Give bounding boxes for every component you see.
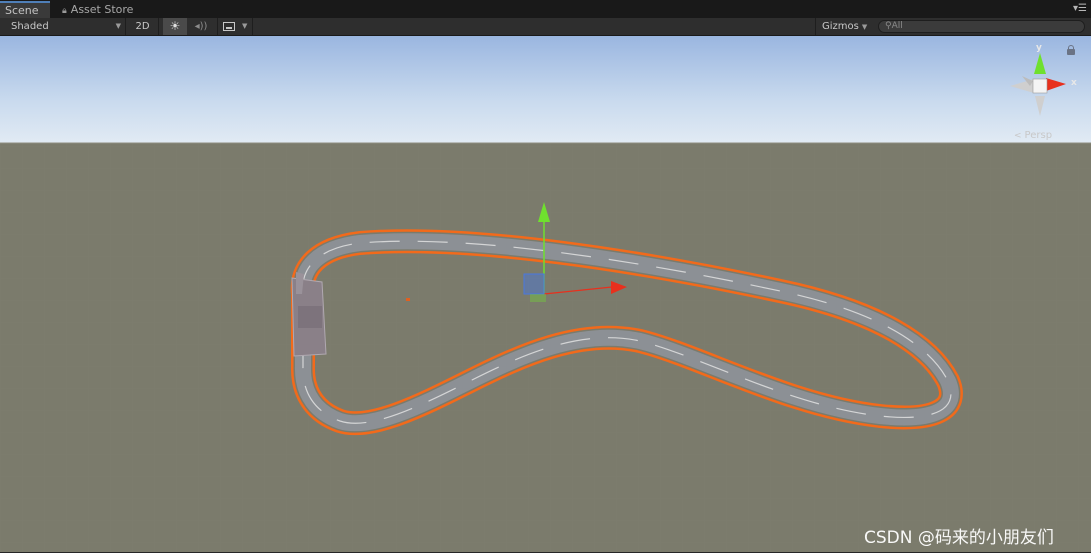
chevron-left-icon: < <box>1014 131 1022 141</box>
search-value: All <box>891 21 903 31</box>
axis-label-x: x <box>1071 78 1077 88</box>
tab-menu-icon[interactable]: ▾☰ <box>1073 4 1087 14</box>
hierarchy-search-input[interactable]: ⚲All <box>878 20 1085 33</box>
marker-object <box>406 298 410 301</box>
search-icon: ⚲ <box>885 21 892 31</box>
gizmo-center-cube[interactable] <box>1032 78 1048 94</box>
image-icon <box>223 22 235 31</box>
projection-label: Persp <box>1024 130 1053 141</box>
scene-render <box>0 36 1091 552</box>
tab-asset-store-label: Asset Store <box>70 3 134 16</box>
scene-viewport[interactable]: y x < Persp <box>0 36 1091 552</box>
sun-icon: ☀ <box>169 19 181 33</box>
chevron-down-icon: ▼ <box>115 22 121 30</box>
chevron-down-icon: ▼ <box>861 23 868 31</box>
scene-toolbar: Shaded ▼ 2D ☀ ◂)) ▼ Gizmos ▼ ⚲All <box>0 18 1091 36</box>
chevron-down-icon: ▼ <box>242 22 248 30</box>
skybox <box>0 36 1091 144</box>
shading-mode-dropdown[interactable]: Shaded ▼ <box>0 18 126 35</box>
shading-mode-label: Shaded <box>11 21 49 32</box>
scene-lighting-button[interactable]: ☀ <box>163 18 187 35</box>
toggle-2d-button[interactable]: 2D <box>127 18 159 35</box>
lock-icon[interactable] <box>1067 45 1075 55</box>
axis-label-y: y <box>1036 43 1042 53</box>
gizmos-dropdown[interactable]: Gizmos ▼ <box>815 18 873 35</box>
gizmos-label: Gizmos <box>822 21 859 32</box>
start-gate[interactable] <box>291 272 327 357</box>
gizmo-plane-handle[interactable] <box>523 273 545 295</box>
scene-effects-dropdown[interactable]: ▼ <box>217 18 253 35</box>
tab-asset-store[interactable]: 🔒︎ Asset Store <box>58 1 133 18</box>
tab-bar: Scene 🔒︎ Asset Store ▾☰ <box>0 0 1091 18</box>
tab-scene[interactable]: Scene <box>0 1 50 18</box>
speaker-icon: ◂)) <box>194 21 208 32</box>
watermark: CSDN @码来的小朋友们 <box>864 528 1054 548</box>
scene-audio-button[interactable]: ◂)) <box>189 18 213 35</box>
projection-toggle[interactable]: < Persp <box>1014 130 1052 141</box>
